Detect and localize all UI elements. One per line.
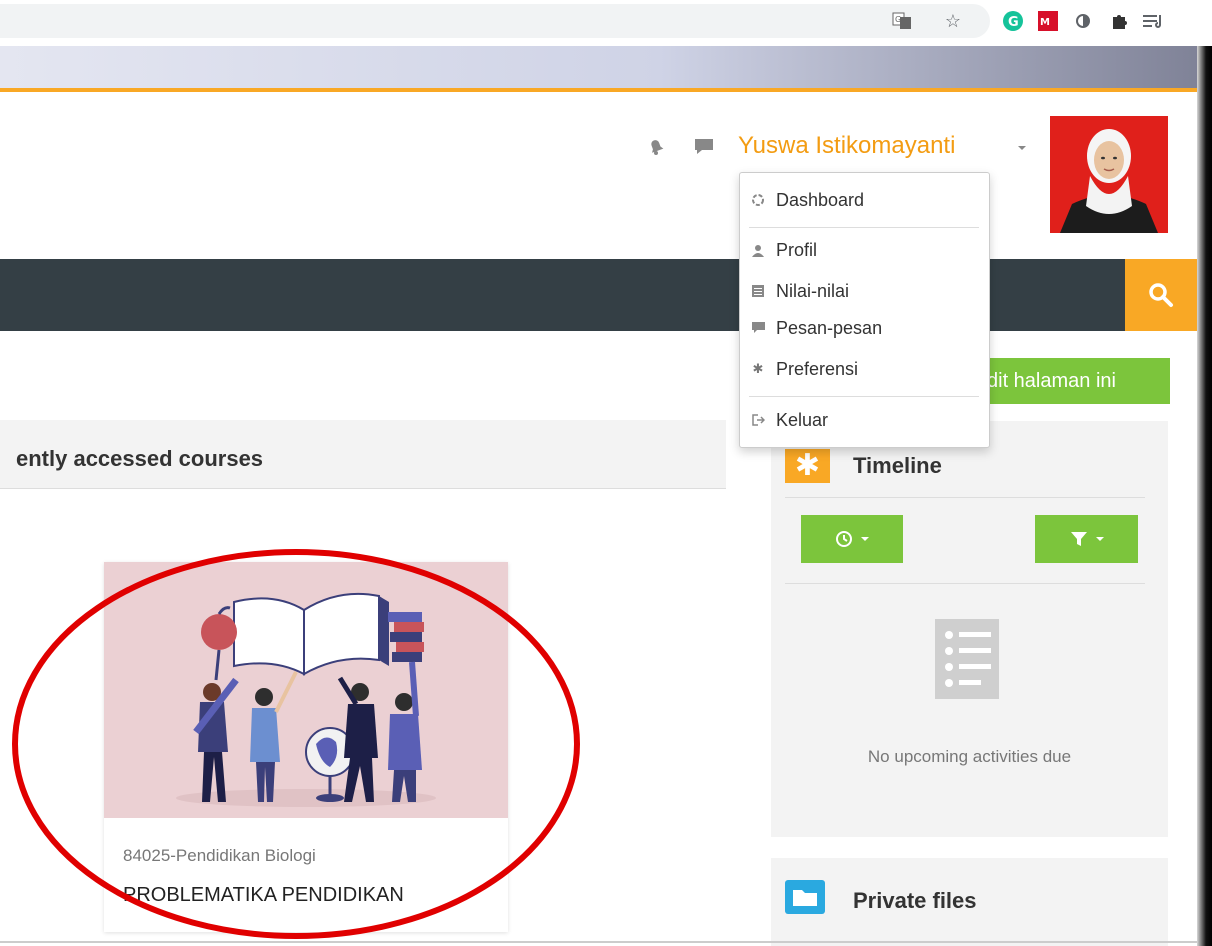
empty-state-text: No upcoming activities due	[867, 747, 1072, 766]
gear-icon: ✱	[752, 361, 764, 376]
private-files-title: Private files	[853, 888, 977, 913]
menu-item-label: Dashboard	[776, 189, 865, 210]
filter-icon	[1070, 532, 1087, 546]
user-icon	[740, 244, 776, 257]
chevron-down-icon	[1095, 537, 1104, 541]
address-bar[interactable]	[0, 4, 990, 38]
timeline-title: Timeline	[853, 453, 942, 478]
menu-item-label: Profil	[776, 239, 818, 260]
window-edge	[1197, 46, 1212, 946]
menu-item-grades[interactable]: Nilai-nilai	[740, 276, 989, 306]
divider	[0, 941, 1197, 943]
menu-item-dashboard[interactable]: Dashboard	[740, 185, 989, 215]
divider	[785, 583, 1145, 584]
menu-item-label: Nilai-nilai	[776, 280, 850, 301]
svg-text:G: G	[895, 15, 901, 24]
user-menu-dropdown: Dashboard Profil Nilai-nilai Pesan-pesan…	[739, 172, 990, 448]
dashboard-icon	[740, 193, 776, 207]
accent-line	[0, 88, 1200, 92]
chat-icon[interactable]	[694, 138, 714, 156]
menu-item-messages[interactable]: Pesan-pesan	[740, 313, 989, 343]
grades-icon	[740, 285, 776, 297]
circle-icon[interactable]	[1070, 8, 1096, 34]
empty-list-icon	[935, 619, 999, 699]
section-title: ently accessed courses	[16, 446, 264, 471]
user-menu-toggle[interactable]: Yuswa Istikomayanti	[738, 132, 955, 160]
search-icon	[1149, 283, 1173, 307]
course-name[interactable]: PROBLEMATIKA PENDIDIKAN	[123, 884, 404, 907]
menu-item-profile[interactable]: Profil	[740, 235, 989, 265]
reading-list-icon[interactable]	[1140, 8, 1166, 34]
avatar[interactable]	[1050, 116, 1168, 233]
menu-item-preferences[interactable]: ✱ Preferensi	[740, 354, 989, 384]
menu-item-label: Pesan-pesan	[776, 317, 883, 338]
divider	[749, 396, 979, 397]
star-icon[interactable]: ☆	[940, 8, 966, 34]
logout-icon	[740, 414, 776, 426]
translate-icon[interactable]: G	[889, 8, 915, 34]
timeline-icon: ✱	[785, 449, 830, 483]
menu-item-logout[interactable]: Keluar	[740, 405, 989, 435]
course-image[interactable]	[104, 562, 508, 818]
private-files-block: Private files	[771, 858, 1168, 946]
chevron-down-icon[interactable]	[1018, 146, 1026, 150]
chevron-down-icon	[861, 537, 869, 541]
course-category: 84025-Pendidikan Biologi	[123, 846, 316, 865]
bell-icon[interactable]	[646, 136, 666, 156]
page-banner	[0, 46, 1200, 88]
search-button[interactable]	[1125, 259, 1197, 331]
clock-icon	[836, 531, 852, 547]
mendeley-icon[interactable]: M	[1035, 8, 1061, 34]
divider	[749, 227, 979, 228]
timeline-block: ✱ Timeline No upcoming activities due	[771, 421, 1168, 837]
edit-page-button[interactable]: dit halaman ini	[985, 358, 1170, 404]
grammarly-icon[interactable]: G	[1000, 8, 1026, 34]
course-card[interactable]: 84025-Pendidikan Biologi PROBLEMATIKA PE…	[104, 562, 508, 932]
divider	[785, 497, 1145, 498]
message-icon	[740, 322, 776, 334]
menu-item-label: Keluar	[776, 409, 829, 430]
timeline-sort-filter-button[interactable]	[1035, 515, 1138, 563]
puzzle-icon[interactable]	[1106, 8, 1132, 34]
timeline-date-filter-button[interactable]	[801, 515, 903, 563]
menu-item-label: Preferensi	[776, 358, 859, 379]
svg-text:G: G	[1008, 15, 1019, 30]
folder-icon	[785, 880, 825, 914]
svg-text:M: M	[1040, 17, 1050, 28]
